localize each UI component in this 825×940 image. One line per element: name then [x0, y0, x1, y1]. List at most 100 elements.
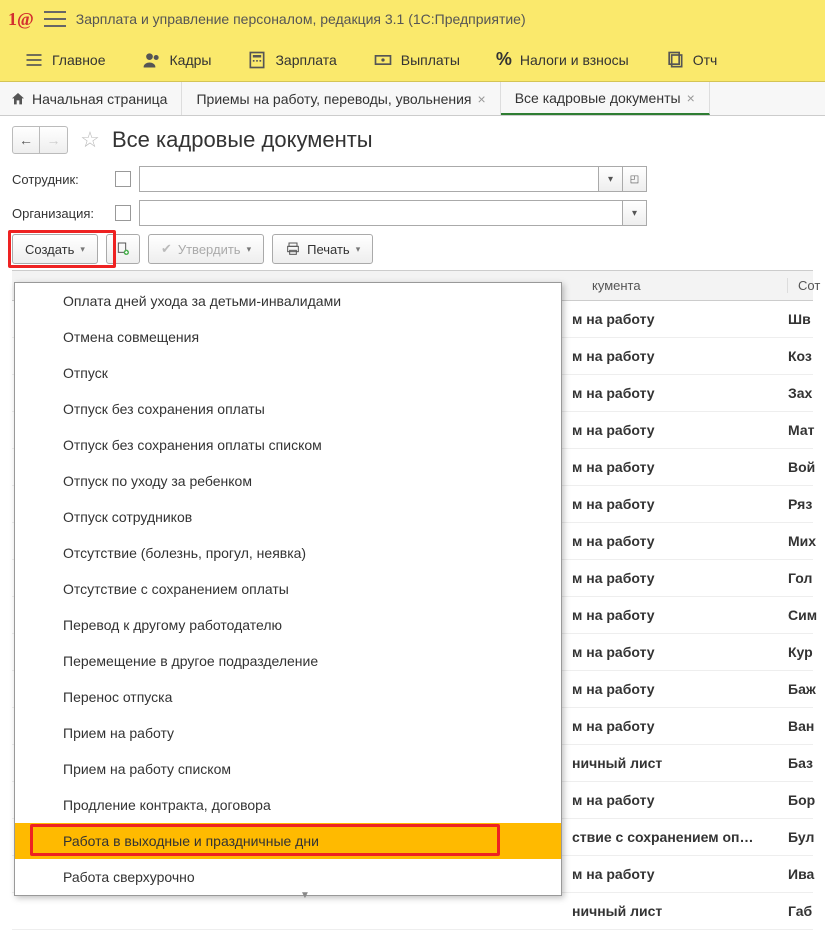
nav-otchety[interactable]: Отч: [647, 38, 736, 81]
create-dropdown: Оплата дней ухода за детьми-инвалидамиОт…: [14, 282, 562, 896]
dropdown-button[interactable]: ▾: [599, 166, 623, 192]
dropdown-item[interactable]: Работа в выходные и праздничные дни: [15, 823, 561, 859]
button-label: Создать: [25, 242, 74, 257]
org-combo: ▾: [139, 200, 647, 226]
cell-emp: Баж: [788, 681, 825, 697]
tab-label: Начальная страница: [32, 91, 167, 107]
nav-main[interactable]: Главное: [6, 38, 124, 81]
hamburger-icon[interactable]: [44, 11, 66, 27]
cell-emp: Гол: [788, 570, 825, 586]
close-icon[interactable]: ×: [478, 91, 486, 107]
filter-org: Организация: ▾: [12, 200, 813, 226]
list-icon: [24, 50, 44, 70]
check-icon: ✔: [161, 241, 172, 257]
dropdown-item[interactable]: Отпуск: [15, 355, 561, 391]
button-label: Печать: [307, 242, 350, 257]
dropdown-item[interactable]: Продление контракта, договора: [15, 787, 561, 823]
dropdown-item[interactable]: Перемещение в другое подразделение: [15, 643, 561, 679]
dropdown-item[interactable]: Отпуск сотрудников: [15, 499, 561, 535]
nav-label: Кадры: [170, 52, 212, 68]
back-button[interactable]: ←: [12, 126, 40, 154]
cell-emp: Мих: [788, 533, 825, 549]
copy-plus-icon: [115, 241, 131, 257]
chevron-down-icon: ▼: [300, 890, 310, 901]
page-title: Все кадровые документы: [112, 127, 373, 153]
dropdown-button[interactable]: ▾: [623, 200, 647, 226]
create-button[interactable]: Создать ▾: [12, 234, 98, 264]
cell-emp: Коз: [788, 348, 825, 364]
cell-emp: Бул: [788, 829, 825, 845]
cell-emp: Сим: [788, 607, 825, 623]
nav-zarplata[interactable]: Зарплата: [229, 38, 354, 81]
table-row[interactable]: ничный листГаб: [12, 893, 813, 930]
nav-kadry[interactable]: Кадры: [124, 38, 230, 81]
org-input[interactable]: [139, 200, 623, 226]
nav-label: Зарплата: [275, 52, 336, 68]
calc-icon: [247, 50, 267, 70]
dropdown-item[interactable]: Прием на работу списком: [15, 751, 561, 787]
cell-emp: Ряз: [788, 496, 825, 512]
print-button[interactable]: Печать ▾: [272, 234, 373, 264]
cell-emp: Мат: [788, 422, 825, 438]
copy-icon: [665, 50, 685, 70]
open-button[interactable]: ◰: [623, 166, 647, 192]
dropdown-item[interactable]: Оплата дней ухода за детьми-инвалидами: [15, 283, 561, 319]
percent-icon: %: [496, 49, 512, 70]
dropdown-item[interactable]: Перенос отпуска: [15, 679, 561, 715]
cell-emp: Ван: [788, 718, 825, 734]
cell-emp: Кур: [788, 644, 825, 660]
close-icon[interactable]: ×: [687, 90, 695, 106]
nav-vyplaty[interactable]: Выплаты: [355, 38, 478, 81]
dropdown-item[interactable]: Отпуск без сохранения оплаты: [15, 391, 561, 427]
logo-1c: 1@: [8, 9, 34, 30]
cell-emp: Баз: [788, 755, 825, 771]
cell-emp: Бор: [788, 792, 825, 808]
print-icon: [285, 241, 301, 257]
star-icon[interactable]: ☆: [76, 126, 104, 154]
nav-label: Налоги и взносы: [520, 52, 629, 68]
copy-button[interactable]: [106, 234, 140, 264]
people-icon: [142, 50, 162, 70]
cell-doc: ничный лист: [12, 903, 788, 919]
tab-label: Все кадровые документы: [515, 90, 681, 106]
toolbar: Создать ▾ ✔ Утвердить ▾ Печать ▾: [12, 234, 813, 264]
tab-home[interactable]: Начальная страница: [0, 82, 182, 115]
org-checkbox[interactable]: [115, 205, 131, 221]
filter-label: Сотрудник:: [12, 172, 107, 187]
employee-checkbox[interactable]: [115, 171, 131, 187]
dropdown-item[interactable]: Отмена совмещения: [15, 319, 561, 355]
cell-emp: Габ: [788, 903, 825, 919]
nav-label: Выплаты: [401, 52, 460, 68]
approve-button[interactable]: ✔ Утвердить ▾: [148, 234, 264, 264]
caret-down-icon: ▾: [356, 244, 361, 255]
forward-button[interactable]: →: [40, 126, 68, 154]
dropdown-item[interactable]: Перевод к другому работодателю: [15, 607, 561, 643]
button-label: Утвердить: [178, 242, 241, 257]
tab-kadrovye[interactable]: Все кадровые документы ×: [501, 82, 710, 115]
main-nav: Главное Кадры Зарплата Выплаты % Налоги …: [0, 38, 825, 82]
employee-combo: ▾ ◰: [139, 166, 647, 192]
cell-emp: Ива: [788, 866, 825, 882]
tabs-bar: Начальная страница Приемы на работу, пер…: [0, 82, 825, 116]
dropdown-item[interactable]: Отпуск без сохранения оплаты списком: [15, 427, 561, 463]
dropdown-item[interactable]: Отсутствие с сохранением оплаты: [15, 571, 561, 607]
dropdown-item[interactable]: Отпуск по уходу за ребенком: [15, 463, 561, 499]
cell-emp: Зах: [788, 385, 825, 401]
page-header: ← → ☆ Все кадровые документы: [12, 126, 813, 154]
home-icon: [10, 91, 26, 107]
nav-label: Отч: [693, 52, 718, 68]
titlebar: 1@ Зарплата и управление персоналом, ред…: [0, 0, 825, 38]
dropdown-item[interactable]: Прием на работу: [15, 715, 561, 751]
dropdown-item[interactable]: Отсутствие (болезнь, прогул, неявка): [15, 535, 561, 571]
filter-employee: Сотрудник: ▾ ◰: [12, 166, 813, 192]
nav-label: Главное: [52, 52, 106, 68]
cell-emp: Вой: [788, 459, 825, 475]
app-title: Зарплата и управление персоналом, редакц…: [76, 11, 526, 27]
tab-label: Приемы на работу, переводы, увольнения: [196, 91, 471, 107]
col-emp[interactable]: Сот: [788, 278, 825, 293]
caret-down-icon: ▾: [247, 244, 252, 255]
dropdown-item[interactable]: Работа сверхурочно: [15, 859, 561, 895]
nav-nalogi[interactable]: % Налоги и взносы: [478, 38, 647, 81]
employee-input[interactable]: [139, 166, 599, 192]
tab-priem[interactable]: Приемы на работу, переводы, увольнения ×: [182, 82, 500, 115]
